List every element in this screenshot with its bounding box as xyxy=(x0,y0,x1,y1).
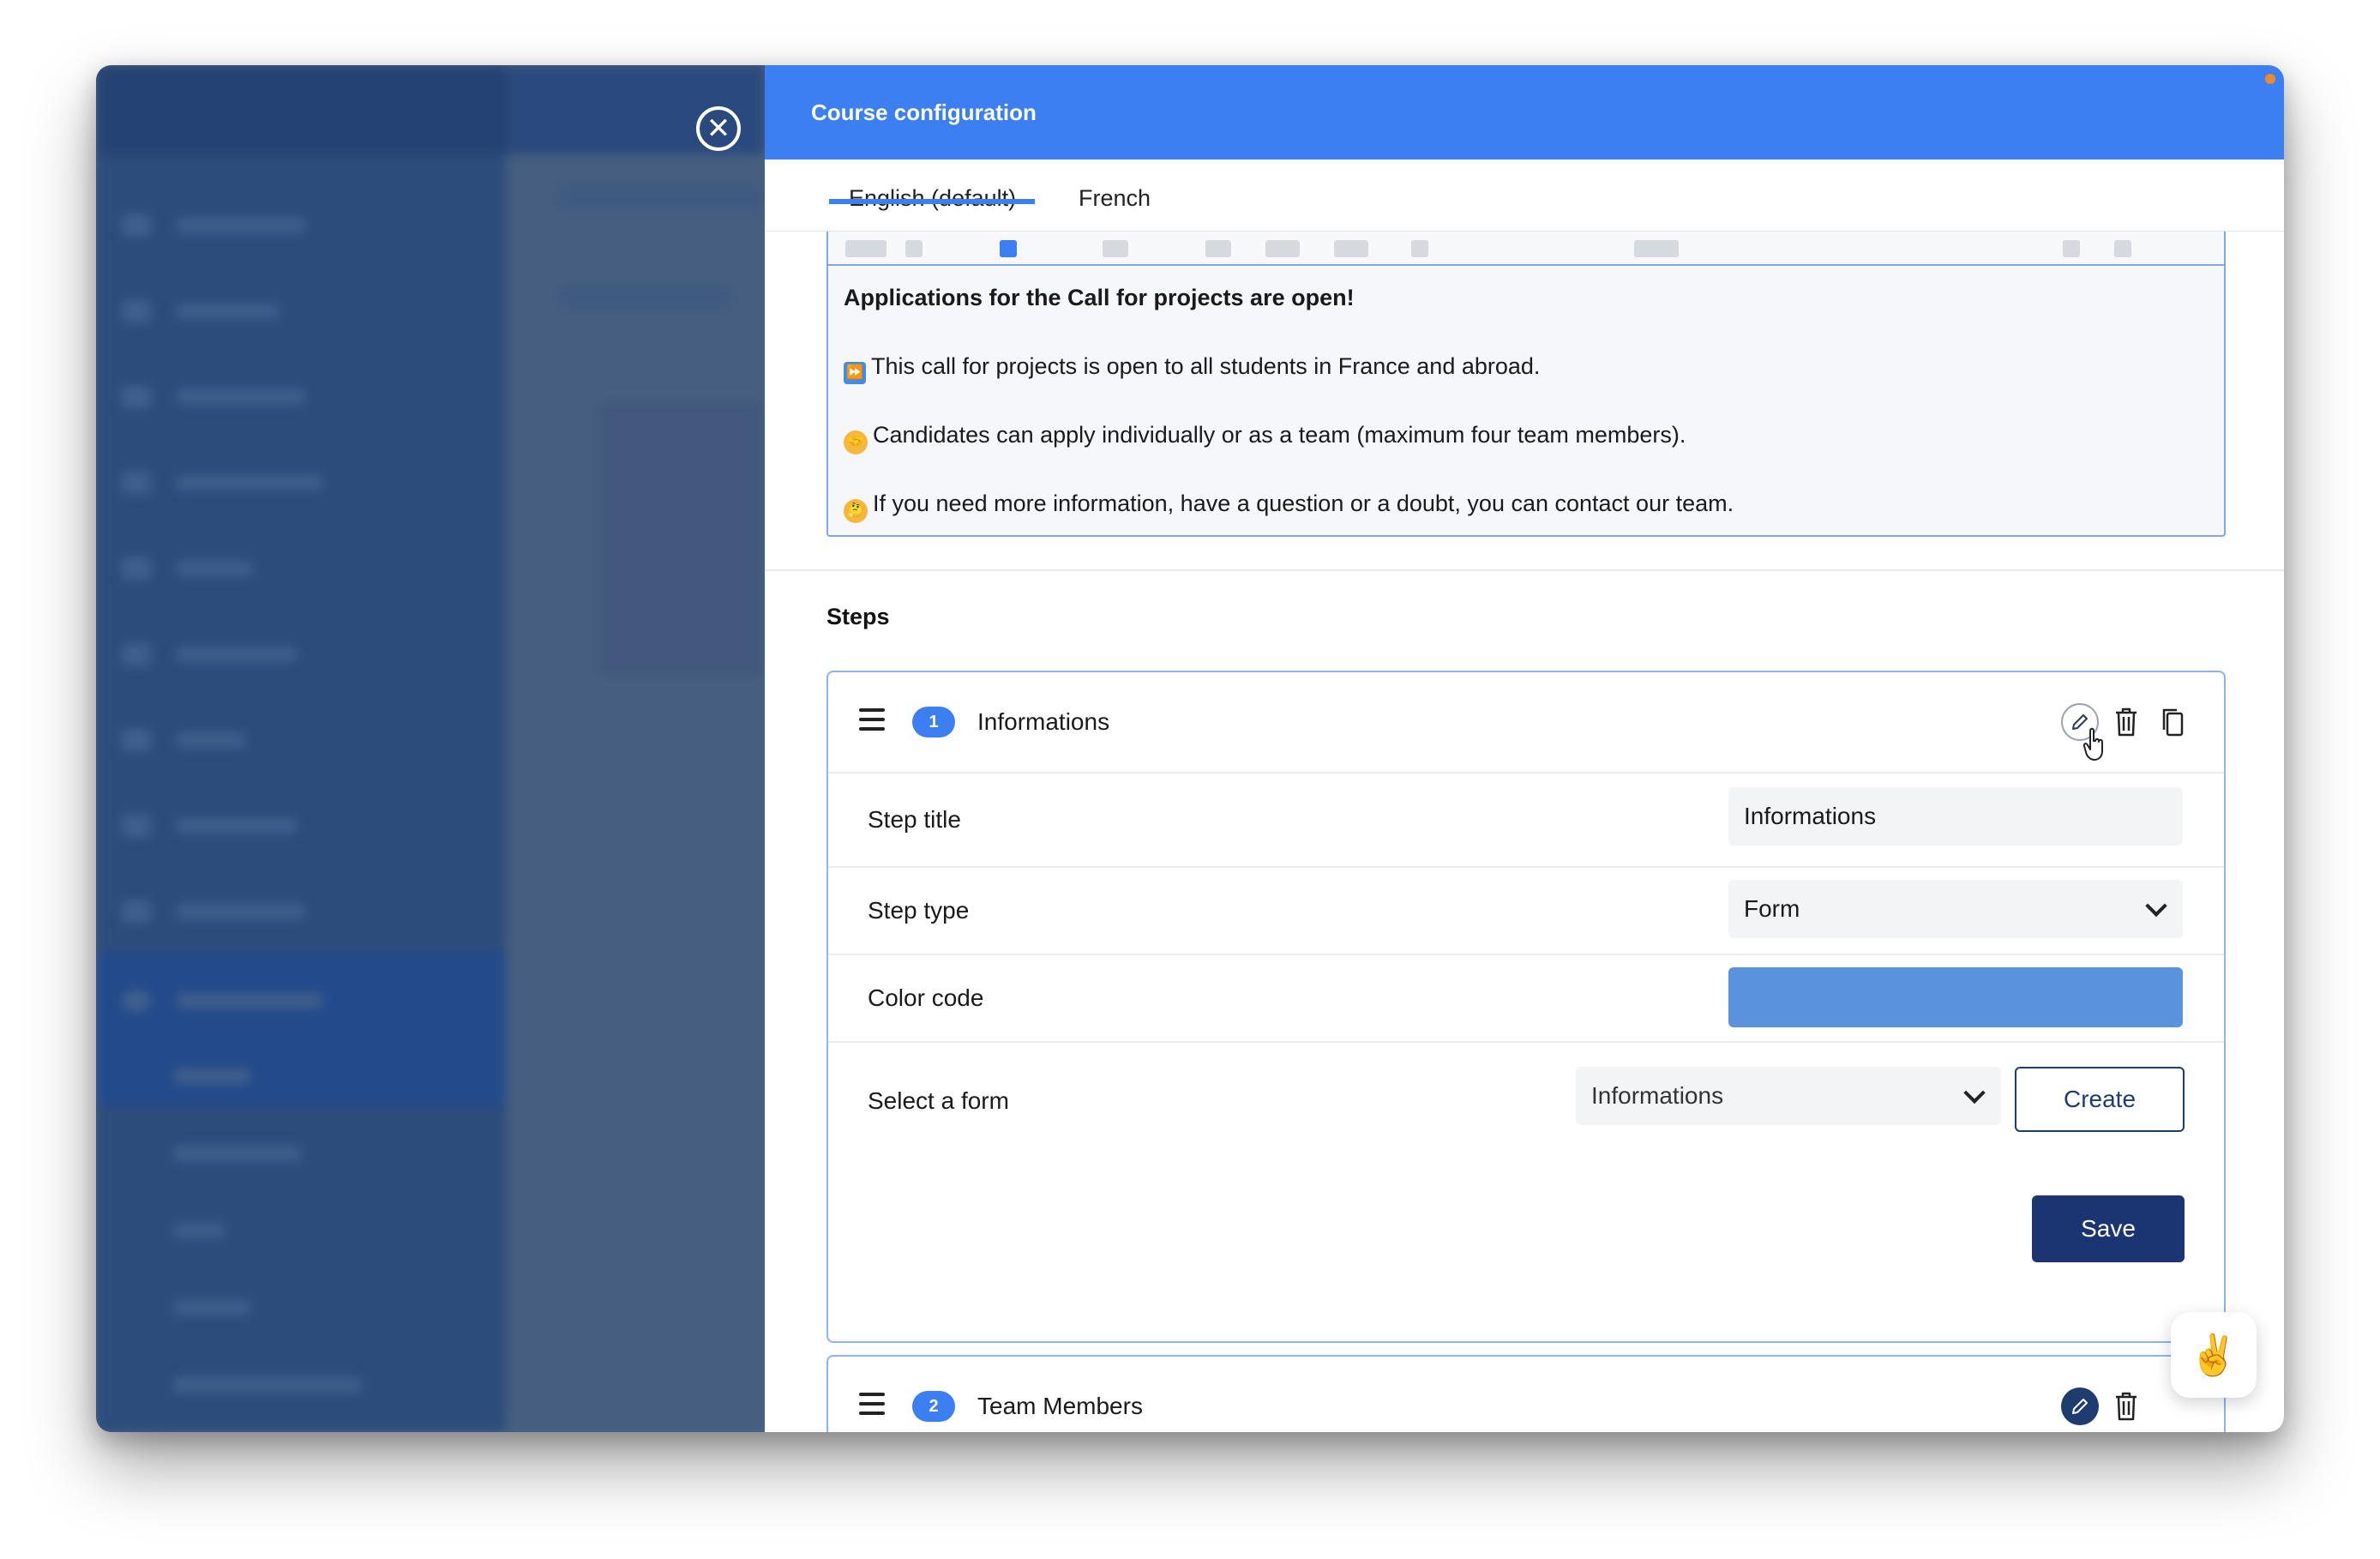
editor-line: ⏩ This call for projects is open to all s… xyxy=(844,353,1540,384)
toolbar-button[interactable] xyxy=(1411,240,1428,257)
save-step-button[interactable]: Save xyxy=(2032,1195,2185,1262)
background-sidebar-item xyxy=(122,899,448,924)
background-sidebar-item xyxy=(122,213,448,238)
step-name: Informations xyxy=(977,708,1110,735)
background-sidebar-item xyxy=(122,298,448,324)
editor-toolbar xyxy=(826,232,2226,266)
panel-header: Course configuration xyxy=(765,65,2284,160)
course-configuration-panel: Course configuration English (default) F… xyxy=(765,65,2284,1432)
editor-heading: Applications for the Call for projects a… xyxy=(844,285,1355,310)
toolbar-button[interactable] xyxy=(2063,240,2080,257)
step-title-row: Step title Informations xyxy=(828,772,2224,866)
step-title-input[interactable]: Informations xyxy=(1728,787,2183,846)
background-sidebar-item xyxy=(122,556,448,581)
background-sidebar-item xyxy=(122,1063,448,1089)
tab-french[interactable]: French xyxy=(1079,185,1151,212)
toolbar-button[interactable] xyxy=(1000,240,1017,257)
panel-title: Course configuration xyxy=(811,99,1037,125)
fast-forward-emoji-icon: ⏩ xyxy=(844,362,866,384)
steps-heading: Steps xyxy=(826,604,890,629)
language-tabs: English (default) French xyxy=(765,160,2284,232)
background-sidebar-header xyxy=(96,65,506,154)
color-code-row: Color code xyxy=(828,954,2224,1041)
pencil-icon xyxy=(2072,1399,2088,1414)
toolbar-button[interactable] xyxy=(1103,240,1128,257)
background-sidebar-item xyxy=(122,727,448,753)
step-card-header: 1 Informations xyxy=(828,672,2224,773)
step-number-badge: 2 xyxy=(912,1391,955,1422)
select-form-row: Select a form Informations Create Save xyxy=(828,1041,2224,1341)
step-type-row: Step type Form xyxy=(828,866,2224,954)
description-editor[interactable]: Applications for the Call for projects a… xyxy=(826,264,2226,537)
step-type-select[interactable]: Form xyxy=(1728,880,2183,938)
background-sidebar-item xyxy=(122,813,448,839)
toolbar-button[interactable] xyxy=(1634,240,1679,257)
step-title-label: Step title xyxy=(868,806,961,833)
background-sidebar-item xyxy=(122,1141,448,1166)
handshake-emoji-icon: 🤝 xyxy=(844,430,868,454)
toolbar-button[interactable] xyxy=(905,240,923,257)
background-heading xyxy=(559,185,765,211)
chevron-down-icon xyxy=(1963,1081,1986,1105)
duplicate-step-button[interactable] xyxy=(2155,703,2190,741)
toolbar-button[interactable] xyxy=(1205,240,1231,257)
background-sidebar-item xyxy=(122,384,448,410)
background-sidebar-item xyxy=(122,1295,448,1321)
background-sidebar-item xyxy=(122,1372,448,1398)
toolbar-button[interactable] xyxy=(2114,240,2131,257)
background-sidebar-item xyxy=(122,470,448,496)
hand-cursor-icon xyxy=(2082,727,2103,761)
section-divider xyxy=(765,569,2284,571)
step-card-header: 2 Team Members xyxy=(828,1357,2224,1432)
copy-icon xyxy=(2162,708,2184,737)
select-form-dropdown[interactable]: Informations xyxy=(1576,1067,2001,1125)
trash-icon xyxy=(2116,1392,2137,1421)
background-card xyxy=(598,401,765,676)
editor-line: 🤔 If you need more information, have a qu… xyxy=(844,491,1734,523)
background-sidebar-item xyxy=(122,641,448,667)
edit-step-button[interactable] xyxy=(2061,1387,2099,1425)
trash-icon xyxy=(2116,707,2137,737)
drag-handle-icon[interactable] xyxy=(859,708,885,732)
app-window: ✕ Course configuration English (default)… xyxy=(96,65,2284,1432)
background-sidebar-item xyxy=(122,988,448,1014)
step-name: Team Members xyxy=(977,1393,1143,1419)
close-icon: ✕ xyxy=(706,112,731,145)
step-card: 2 Team Members xyxy=(826,1355,2226,1432)
background-main xyxy=(506,65,765,1432)
step-card: 1 Informations Step title Informations S… xyxy=(826,671,2226,1343)
active-tab-indicator xyxy=(829,199,1035,204)
victory-hand-icon[interactable]: ✌️ xyxy=(2171,1312,2257,1398)
background-app xyxy=(96,65,765,1432)
color-code-label: Color code xyxy=(868,984,984,1011)
delete-step-button[interactable] xyxy=(2109,703,2143,741)
toolbar-button[interactable] xyxy=(845,240,886,257)
color-code-picker[interactable] xyxy=(1728,967,2183,1027)
step-number-badge: 1 xyxy=(912,707,955,737)
status-dot xyxy=(2265,74,2275,84)
step-type-label: Step type xyxy=(868,897,970,924)
background-sidebar-item xyxy=(122,1218,448,1243)
delete-step-button[interactable] xyxy=(2109,1387,2143,1425)
toolbar-button[interactable] xyxy=(1265,240,1300,257)
background-tab xyxy=(559,286,730,309)
close-panel-button[interactable]: ✕ xyxy=(696,106,741,151)
chevron-down-icon xyxy=(2145,894,2167,918)
thinking-face-emoji-icon: 🤔 xyxy=(844,499,868,523)
drag-handle-icon[interactable] xyxy=(859,1393,885,1417)
create-form-button[interactable]: Create xyxy=(2015,1067,2185,1132)
editor-line: 🤝 Candidates can apply individually or as… xyxy=(844,422,1686,454)
select-form-label: Select a form xyxy=(868,1087,1009,1114)
toolbar-button[interactable] xyxy=(1334,240,1368,257)
